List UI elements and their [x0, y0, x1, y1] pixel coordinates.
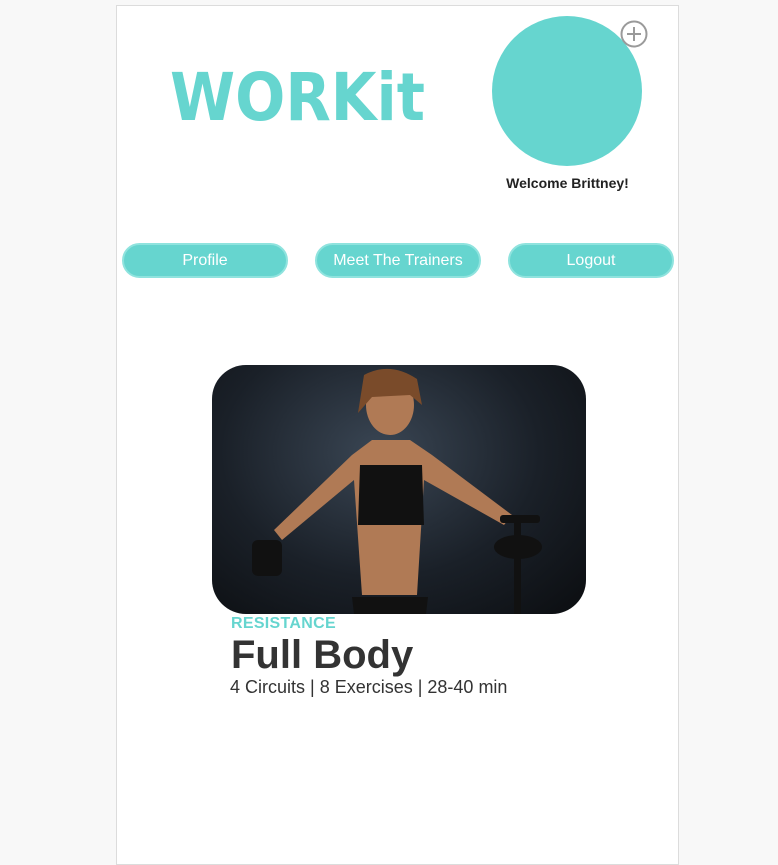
profile-button[interactable]: Profile	[122, 243, 288, 278]
welcome-text: Welcome Brittney!	[506, 175, 629, 191]
workout-image[interactable]	[212, 365, 586, 614]
plus-circle-icon[interactable]	[620, 20, 648, 48]
svg-text:WORKit: WORKit	[170, 59, 425, 128]
workout-details: 4 Circuits | 8 Exercises | 28-40 min	[230, 677, 508, 697]
meet-the-trainers-button[interactable]: Meet The Trainers	[315, 243, 481, 278]
workout-category: RESISTANCE	[231, 615, 336, 632]
workout-title[interactable]: Full Body	[231, 633, 413, 678]
logout-button[interactable]: Logout	[508, 243, 674, 278]
workit-logo: WORKit	[170, 58, 430, 128]
